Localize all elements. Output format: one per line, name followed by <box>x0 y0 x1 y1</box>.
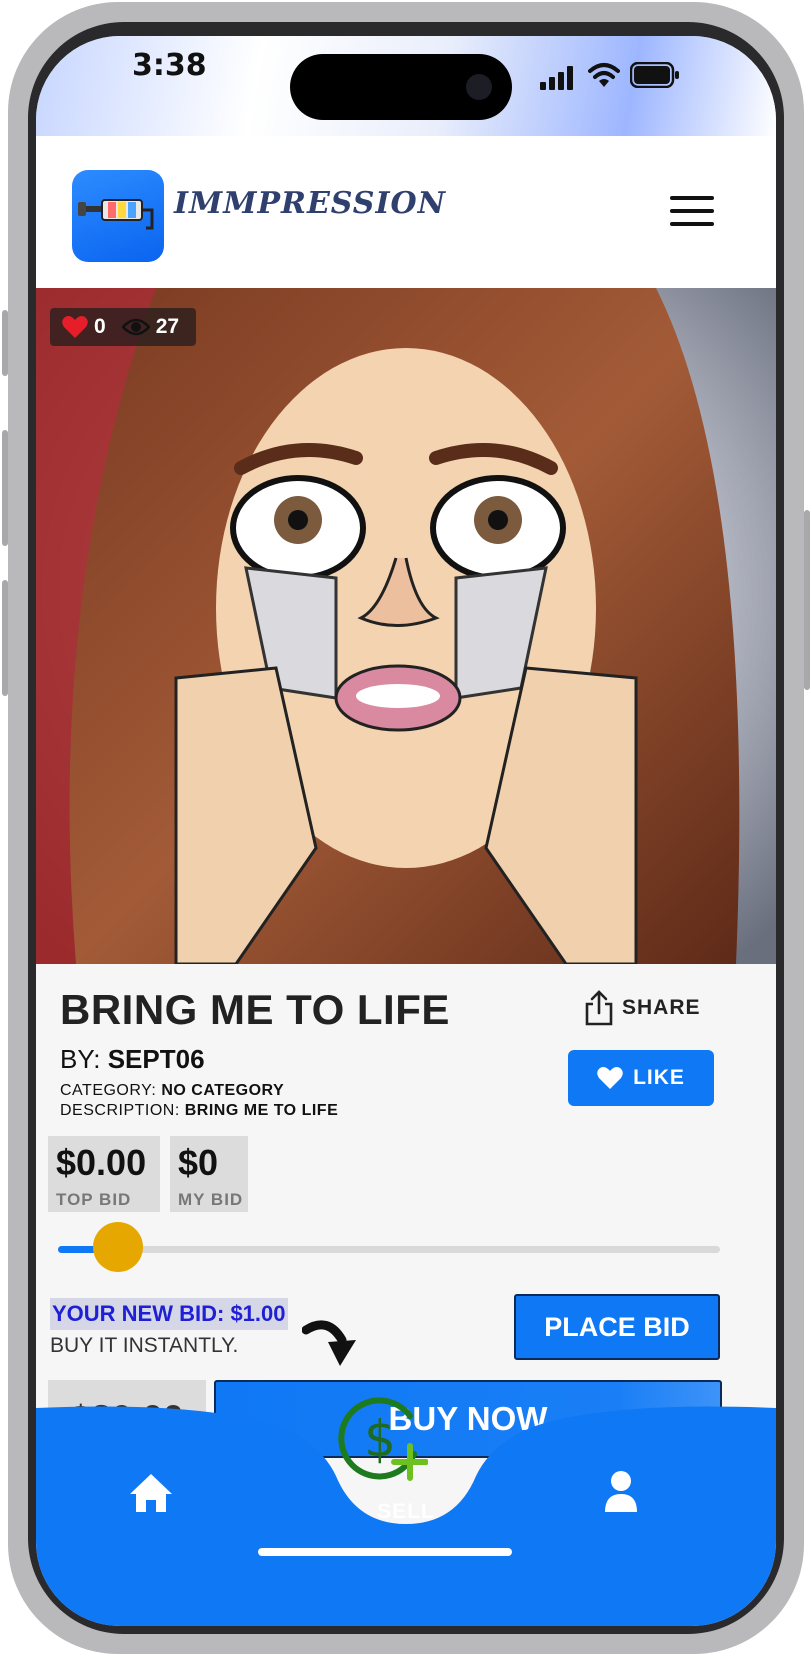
top-bid-box: $0.00 TOP BID <box>48 1136 160 1212</box>
share-icon <box>585 990 613 1026</box>
top-bid-amount: $0.00 <box>56 1142 147 1183</box>
my-bid-box: $0 MY BID <box>170 1136 248 1212</box>
new-bid-text: YOUR NEW BID: $1.00 <box>50 1298 288 1330</box>
sell-dollar-plus-icon[interactable]: $ <box>338 1394 428 1484</box>
sell-label[interactable]: SELL <box>36 1500 776 1524</box>
likes-count: 0 <box>94 315 106 338</box>
hamburger-menu-icon[interactable] <box>670 196 714 230</box>
share-label: SHARE <box>622 996 701 1019</box>
description-line: DESCRIPTION: BRING ME TO LIFE <box>60 1102 338 1120</box>
svg-text:$: $ <box>364 1410 396 1468</box>
category-value: NO CATEGORY <box>161 1082 285 1099</box>
app-name-logo: IMMPRESSION <box>174 186 447 221</box>
app-header: IMMPRESSION <box>36 136 776 288</box>
my-bid-amount: $0 <box>178 1142 219 1183</box>
category-label: CATEGORY: <box>60 1082 157 1099</box>
home-indicator[interactable] <box>258 1548 512 1556</box>
wifi-icon <box>588 63 620 87</box>
app-logo[interactable] <box>72 170 164 262</box>
phone-screen: 3:38 IMMPRESSION 0 27 BRING ME TO LIFE B… <box>36 36 776 1626</box>
device-action-button <box>2 310 8 376</box>
heart-icon <box>62 316 88 338</box>
device-volume-down-button <box>2 580 8 696</box>
views-count: 27 <box>155 315 180 338</box>
artist-line: BY: SEPT06 <box>60 1044 205 1075</box>
heart-icon <box>597 1067 623 1089</box>
status-bar: 3:38 <box>36 36 776 136</box>
buy-instantly-text: BUY IT INSTANTLY. <box>50 1334 239 1357</box>
share-button[interactable]: SHARE <box>584 990 701 1026</box>
camera-icon <box>466 74 492 100</box>
artwork-stats-badge: 0 27 <box>50 308 196 346</box>
top-bid-label: TOP BID <box>56 1190 132 1209</box>
artist-name[interactable]: SEPT06 <box>108 1044 205 1074</box>
device-volume-up-button <box>2 430 8 546</box>
device-power-button <box>804 510 810 690</box>
artwork-title: BRING ME TO LIFE <box>60 986 450 1033</box>
artwork-illustration <box>36 288 776 964</box>
description-label: DESCRIPTION: <box>60 1102 180 1119</box>
place-bid-button[interactable]: PLACE BID <box>514 1294 720 1360</box>
bottom-nav: $ SELL <box>36 1397 776 1626</box>
bid-slider-thumb[interactable] <box>93 1222 143 1272</box>
artwork-image[interactable]: 0 27 <box>36 288 776 964</box>
battery-icon <box>630 62 679 88</box>
my-bid-label: MY BID <box>178 1190 244 1209</box>
like-label: LIKE <box>633 1066 685 1089</box>
status-time: 3:38 <box>132 48 207 83</box>
like-button[interactable]: LIKE <box>568 1050 714 1106</box>
paint-roller-icon <box>78 199 154 230</box>
description-value: BRING ME TO LIFE <box>184 1102 339 1119</box>
curved-arrow-icon <box>302 1320 356 1366</box>
eye-icon <box>121 318 150 336</box>
category-line: CATEGORY: NO CATEGORY <box>60 1082 284 1100</box>
dynamic-island <box>290 54 512 120</box>
cellular-signal-icon <box>540 66 573 90</box>
bid-slider-track[interactable] <box>58 1246 720 1253</box>
by-label: BY: <box>60 1044 101 1074</box>
